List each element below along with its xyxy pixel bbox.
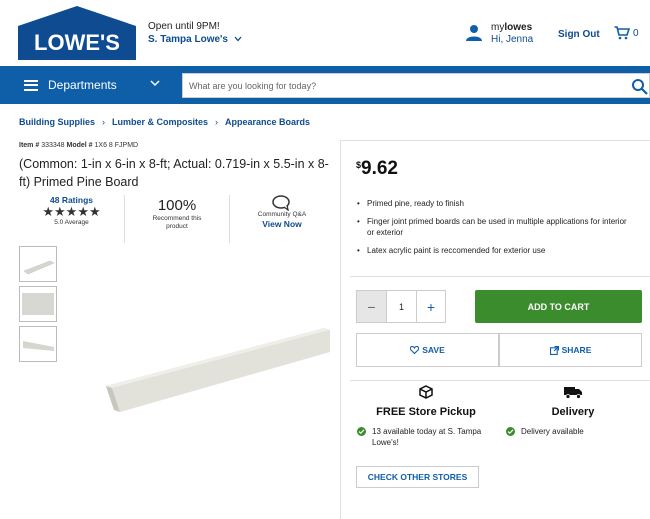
heart-icon — [410, 346, 420, 354]
store-pickup-option[interactable]: FREE Store Pickup — [356, 385, 496, 418]
add-to-cart-button[interactable]: ADD TO CART — [475, 290, 642, 323]
board-thumbnail-image — [22, 293, 54, 315]
share-label: SHARE — [561, 345, 592, 355]
svg-text:LOWE'S: LOWE'S — [34, 30, 120, 55]
store-name[interactable]: S. Tampa Lowe's — [148, 34, 228, 45]
thumbnail-1[interactable] — [19, 246, 57, 282]
store-selector[interactable]: S. Tampa Lowe's — [148, 33, 242, 46]
delivery-option[interactable]: Delivery — [503, 385, 643, 418]
chevron-right-icon: › — [215, 117, 219, 127]
store-hours: Open until 9PM! — [148, 21, 220, 32]
check-icon — [506, 427, 515, 436]
site-header: LOWE'S Open until 9PM! S. Tampa Lowe's m… — [0, 0, 650, 66]
qa-cell: Community Q&A View Now — [229, 195, 334, 243]
share-icon — [549, 345, 559, 355]
price-amount: 9.62 — [361, 158, 398, 179]
store-box-icon — [419, 385, 433, 399]
store-info: Open until 9PM! S. Tampa Lowe's — [148, 20, 242, 46]
price: $9.62 — [356, 158, 398, 180]
highlight-item: Primed pine, ready to finish — [356, 198, 636, 210]
breadcrumb: Building Supplies › Lumber & Composites … — [19, 117, 310, 127]
sign-out-link[interactable]: Sign Out — [558, 29, 600, 40]
divider — [350, 276, 650, 277]
highlight-item: Finger joint primed boards can be used i… — [356, 216, 636, 239]
chevron-down-icon — [234, 36, 242, 42]
search-icon[interactable] — [631, 78, 649, 96]
breadcrumb-lumber-composites[interactable]: Lumber & Composites — [112, 117, 208, 127]
quantity-increase-button[interactable]: + — [417, 291, 445, 322]
chevron-down-icon — [150, 80, 160, 87]
search-input[interactable] — [183, 74, 613, 97]
thumbnail-2[interactable] — [19, 286, 57, 322]
cart-icon — [614, 26, 630, 40]
product-highlights: Primed pine, ready to finish Finger join… — [356, 198, 636, 262]
nav-bar: Departments — [0, 66, 650, 104]
delivery-availability: Delivery available — [506, 426, 646, 437]
check-other-stores-button[interactable]: CHECK OTHER STORES — [356, 466, 479, 488]
breadcrumb-building-supplies[interactable]: Building Supplies — [19, 117, 95, 127]
mylowes-label: mylowes — [491, 22, 533, 33]
ratings-summary: 48 Ratings ★★★★★ 5.0 Average 100% Recomm… — [19, 195, 335, 243]
recommend-percent: 100% — [157, 197, 197, 214]
hamburger-icon — [24, 79, 38, 91]
quantity-stepper: − 1 + — [356, 290, 446, 323]
ratings-cell: 48 Ratings ★★★★★ 5.0 Average — [19, 195, 124, 243]
chat-icon — [272, 195, 290, 211]
truck-icon — [564, 387, 582, 399]
save-button[interactable]: SAVE — [356, 333, 499, 367]
lowes-logo[interactable]: LOWE'S — [18, 6, 136, 60]
average-rating: 5.0 Average — [54, 219, 89, 226]
search-bar — [182, 73, 650, 98]
price-currency: $ — [356, 160, 362, 170]
pickup-title: FREE Store Pickup — [376, 406, 476, 418]
quantity-input[interactable]: 1 — [386, 291, 417, 322]
delivery-availability-text: Delivery available — [521, 427, 584, 436]
user-icon — [466, 25, 482, 41]
divider — [350, 380, 650, 381]
qa-label: Community Q&A — [257, 211, 307, 218]
breadcrumb-appearance-boards[interactable]: Appearance Boards — [225, 117, 310, 127]
delivery-title: Delivery — [551, 406, 595, 418]
pickup-availability: 13 available today at S. Tampa Lowe's! — [357, 426, 497, 448]
departments-label: Departments — [48, 78, 117, 92]
recommend-label: Recommend this product — [152, 215, 202, 230]
purchase-panel — [340, 140, 650, 519]
thumbnail-3[interactable] — [19, 326, 57, 362]
save-label: SAVE — [422, 345, 445, 355]
board-thumbnail-image — [23, 260, 55, 275]
chevron-right-icon: › — [102, 117, 105, 127]
account-menu[interactable]: mylowes Hi, Jenna — [465, 22, 533, 46]
departments-menu[interactable]: Departments — [0, 66, 180, 104]
product-title: (Common: 1-in x 6-in x 8-ft; Actual: 0.7… — [19, 157, 329, 189]
pickup-availability-text: 13 available today at S. Tampa Lowe's! — [372, 427, 482, 447]
star-rating: ★★★★★ — [42, 204, 101, 219]
quantity-decrease-button[interactable]: − — [357, 291, 386, 322]
recommend-cell: 100% Recommend this product — [124, 195, 229, 243]
item-model-number: Item # 333348 Model # 1X6 8 FJPMD — [19, 142, 139, 149]
user-greeting[interactable]: Hi, Jenna — [491, 34, 533, 46]
share-button[interactable]: SHARE — [499, 333, 642, 367]
board-thumbnail-image — [23, 341, 54, 351]
check-icon — [357, 427, 366, 436]
view-now-link[interactable]: View Now — [230, 219, 334, 229]
product-image — [106, 328, 330, 412]
cart-count: 0 — [633, 27, 639, 39]
highlight-item: Latex acrylic paint is reccomended for e… — [356, 245, 636, 257]
cart-button[interactable]: 0 — [614, 26, 639, 40]
